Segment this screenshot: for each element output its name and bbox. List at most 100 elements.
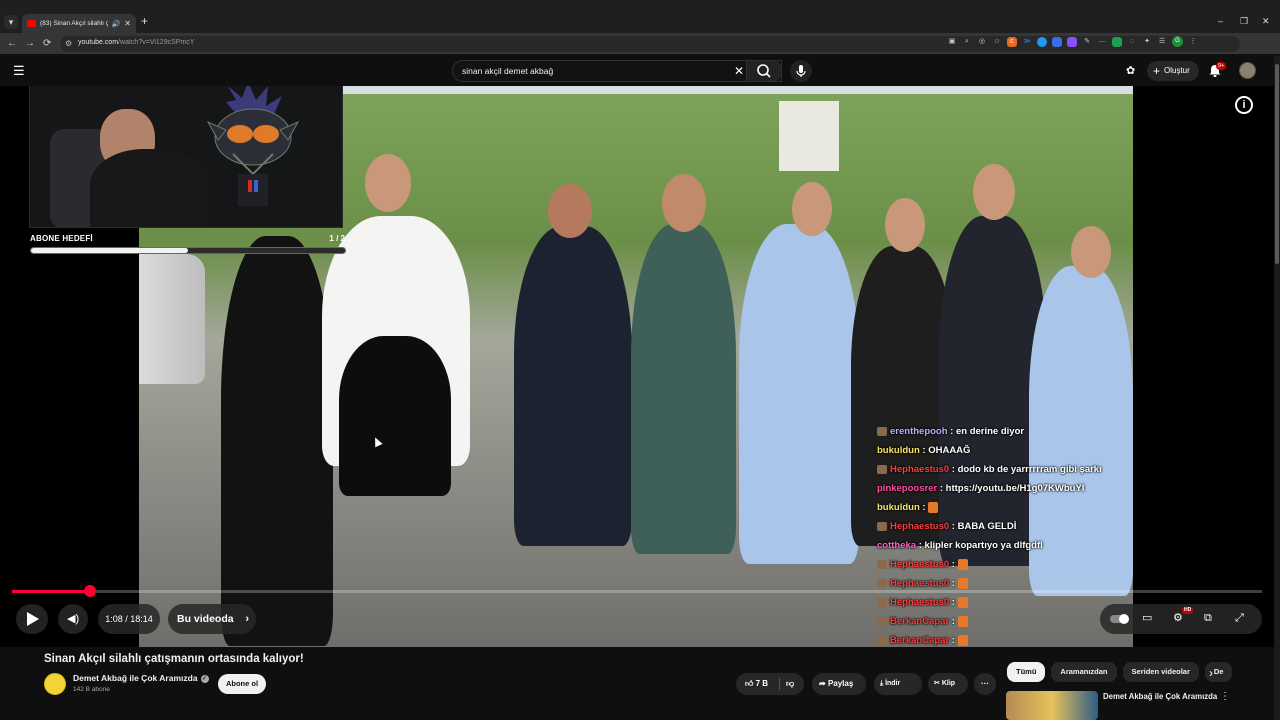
clip-label: Klip	[941, 680, 956, 687]
extensions-row: ▣ ⌕ ◎ ☆ c ≫ ✎ — ◌ ✦ ☰ G ⋮	[947, 36, 1198, 47]
search-button[interactable]	[746, 60, 782, 82]
url-text[interactable]: youtube.com/watch?v=Vi129cSPmcY	[78, 39, 194, 46]
maximize-button[interactable]: ❐	[1240, 16, 1248, 27]
verified-check-icon: ✓	[200, 674, 209, 683]
chat-username[interactable]: BerkanCapar	[890, 616, 949, 627]
recommended-more-icon[interactable]: ⋮	[1220, 691, 1230, 702]
seek-bar-handle[interactable]	[83, 585, 96, 597]
speaker-icon[interactable]: 🔊	[112, 20, 121, 28]
like-button[interactable]: 👍︎ 7 B 👎︎	[736, 673, 804, 695]
chapter-button[interactable]: Bu videoda ›	[168, 604, 256, 634]
clear-search-icon[interactable]: ✕	[734, 64, 744, 78]
download-label: İndir	[885, 680, 901, 687]
filter-chip[interactable]: Tümü	[1007, 662, 1046, 682]
chat-message: Hephaestus0 :	[877, 555, 1137, 574]
filter-chip[interactable]: Aramanızdan	[1051, 662, 1117, 682]
extension-circle-icon[interactable]: ◌	[1127, 37, 1137, 47]
subscriber-count: 142 B abone	[73, 686, 110, 693]
chat-username[interactable]: Hephaestus0	[890, 464, 949, 475]
chat-username[interactable]: pinkepoosrer	[877, 483, 937, 494]
extension-dash-icon[interactable]: —	[1097, 37, 1107, 47]
chat-username[interactable]: BerkanCapar	[890, 635, 949, 646]
video-house	[779, 101, 839, 171]
tab-search-button[interactable]: ▾	[4, 15, 18, 29]
page-scrollbar[interactable]	[1274, 56, 1280, 720]
browser-profile-avatar[interactable]: G	[1172, 36, 1183, 47]
filter-chip[interactable]: Seriden videolar	[1122, 662, 1199, 682]
chat-username[interactable]: Hephaestus0	[890, 597, 949, 608]
scrollbar-thumb[interactable]	[1275, 64, 1279, 264]
cast-icon[interactable]: ✿	[1126, 64, 1135, 77]
extension-wave-icon[interactable]: ≫	[1022, 37, 1032, 47]
zoom-icon[interactable]: ⌕	[962, 37, 972, 47]
fullscreen-icon[interactable]: ⤢	[1235, 612, 1244, 625]
tab-groups-icon[interactable]: ☰	[1157, 37, 1167, 47]
subscribe-button[interactable]: Abone ol	[218, 674, 266, 694]
chevron-right-icon[interactable]: ›	[1209, 666, 1213, 680]
video-player[interactable]: ABONE HEDEFİ 1 / 2 i erenthepooh : en de…	[0, 86, 1274, 647]
download-button[interactable]: ⤓ İndir	[874, 673, 922, 695]
extension-c-icon[interactable]: c	[1007, 36, 1017, 47]
site-info-icon[interactable]: ⚙	[65, 39, 72, 48]
miniplayer-icon[interactable]: ⧉	[1204, 612, 1212, 625]
channel-name-text: Demet Akbağ ile Çok Aramızda	[73, 673, 198, 683]
mute-button[interactable]: ◀)	[58, 604, 88, 634]
voice-search-button[interactable]	[790, 60, 812, 82]
chat-message: Hephaestus0 : dodo kb de yarrrrrram gibi…	[877, 460, 1137, 479]
person-head-1	[365, 154, 411, 212]
extension-grid-icon[interactable]	[1052, 36, 1062, 47]
thumbs-down-icon[interactable]: 👎︎	[786, 673, 794, 695]
hamburger-menu-icon[interactable]: ☰	[13, 64, 25, 77]
account-avatar[interactable]	[1239, 62, 1256, 79]
share-button[interactable]: ➦ Paylaş	[812, 673, 866, 695]
extension-green-icon[interactable]	[1112, 36, 1122, 47]
chat-emote-icon	[957, 634, 968, 646]
clip-button[interactable]: ✂ Klip	[928, 673, 968, 695]
extension-purple-icon[interactable]	[1067, 36, 1077, 47]
play-icon	[27, 612, 39, 626]
close-window-button[interactable]: ✕	[1262, 16, 1270, 27]
reload-button[interactable]: ⟳	[43, 38, 51, 49]
search-input[interactable]: sinan akçil demet akbağ ✕	[452, 60, 782, 82]
hide-icon[interactable]: ◎	[977, 37, 987, 47]
autoplay-toggle[interactable]	[1110, 614, 1129, 624]
extensions-puzzle-icon[interactable]: ✦	[1142, 37, 1152, 47]
chat-username[interactable]: Hephaestus0	[890, 559, 949, 570]
chat-username[interactable]: Hephaestus0	[890, 578, 949, 589]
person-head-2	[548, 184, 592, 238]
chat-username[interactable]: erenthepooh	[890, 426, 948, 437]
bookmark-star-icon[interactable]: ☆	[992, 37, 1002, 47]
screenshot-icon[interactable]: ▣	[947, 37, 957, 47]
tab-close-icon[interactable]: ✕	[124, 19, 131, 28]
chat-message: Hephaestus0 : BABA GELDİ	[877, 517, 1137, 536]
seek-bar[interactable]	[12, 585, 1262, 597]
forward-button[interactable]: →	[25, 38, 35, 49]
more-actions-button[interactable]: ···	[974, 673, 996, 695]
chat-username[interactable]: bukuldun	[877, 445, 920, 456]
chat-username[interactable]: bukuldun	[877, 502, 920, 513]
subscriber-goal-track	[30, 247, 346, 254]
settings-gear-icon[interactable]: ⚙	[1173, 612, 1183, 625]
browser-menu-icon[interactable]: ⋮	[1188, 37, 1198, 47]
extension-blue-icon[interactable]	[1037, 36, 1047, 47]
live-chat-overlay: erenthepooh : en derine diyor bukuldun : …	[877, 422, 1137, 647]
minimize-button[interactable]: –	[1218, 16, 1223, 26]
chat-username[interactable]: cottheka	[877, 540, 916, 551]
recommended-thumbnail[interactable]	[1006, 691, 1098, 720]
channel-avatar[interactable]	[44, 673, 66, 695]
extension-pen-icon[interactable]: ✎	[1082, 37, 1092, 47]
thumbs-up-icon: 👍︎	[745, 679, 754, 688]
recommended-title[interactable]: Demet Akbağ ile Çok Aramızda 10.Bölüm | …	[1103, 691, 1218, 702]
info-icon[interactable]: i	[1235, 96, 1253, 114]
browser-tab[interactable]: (83) Sinan Akçıl silahlı çatışm 🔊 ✕	[22, 14, 136, 33]
new-tab-button[interactable]: +	[141, 15, 148, 27]
back-button[interactable]: ←	[7, 38, 17, 49]
chat-username[interactable]: Hephaestus0	[890, 521, 949, 532]
chat-text: OHAAAĞ	[928, 445, 971, 456]
chat-text: klipler kopartıyo ya dlfgdfl	[924, 540, 1043, 551]
subtitles-icon[interactable]: ▭	[1142, 612, 1152, 625]
play-button[interactable]	[16, 604, 48, 634]
create-button[interactable]: + Oluştur	[1147, 61, 1199, 81]
channel-name[interactable]: Demet Akbağ ile Çok Aramızda ✓	[73, 673, 209, 683]
volume-icon: ◀)	[67, 613, 80, 625]
